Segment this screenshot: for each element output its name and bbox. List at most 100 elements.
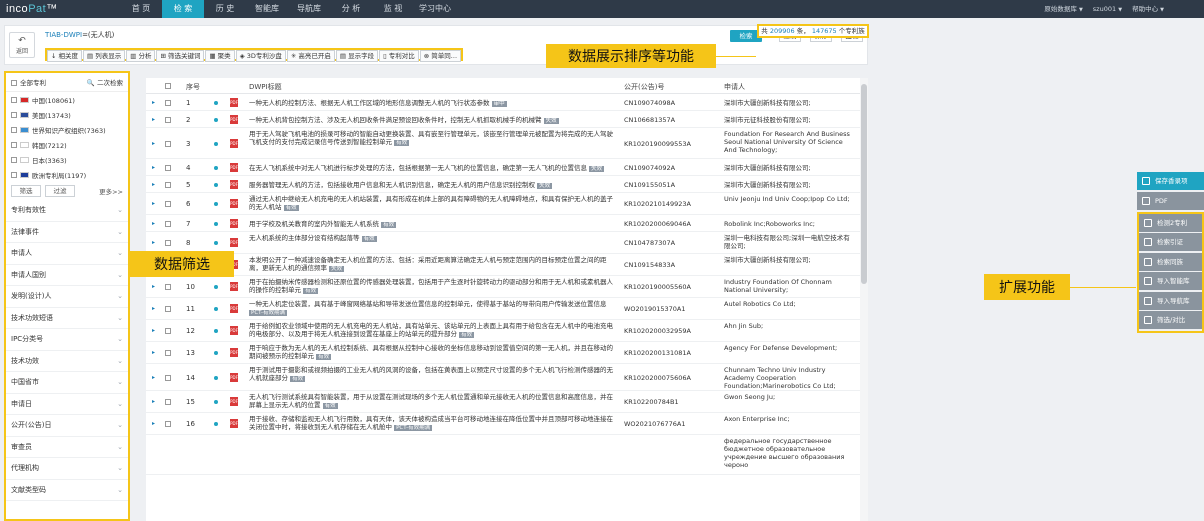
- expand-icon[interactable]: ▸: [152, 164, 155, 171]
- row-applicant[interactable]: 深圳市大疆创新科技有限公司;: [724, 256, 852, 264]
- facet-item[interactable]: 申请人 ⌄: [6, 243, 128, 265]
- row-pub-number[interactable]: WO2019015370A1: [624, 305, 685, 313]
- table-row[interactable]: ▸ 16 PDF 用于接收、存储和监视无人机飞行用数，具有天体，该天体被构造成当平台可…: [146, 413, 860, 435]
- row-checkbox[interactable]: [165, 140, 171, 147]
- expand-icon[interactable]: ▸: [152, 283, 155, 290]
- checkbox[interactable]: [11, 96, 17, 103]
- expand-icon[interactable]: ▸: [152, 398, 155, 405]
- row-title[interactable]: 用于接收、存储和监视无人机飞行用数，具有天体，该天体被构造成当平台可移动地连接在…: [249, 415, 619, 432]
- table-row[interactable]: ▸ 8 PDF 无人机系统的主体部分设有结构起落等 有效 CN104787307A 深圳一…: [146, 232, 860, 254]
- table-row[interactable]: ▸ 6 PDF 通过无人机中继给无人机充电的无人机站装置，具有形成在机体上部的具有障碍…: [146, 193, 860, 215]
- row-applicant[interactable]: Ahn Jin Sub;: [724, 322, 852, 330]
- pdf-icon[interactable]: PDF: [230, 282, 238, 291]
- table-row[interactable]: ▸ 15 PDF 无人机飞行测试系统具有智能装置，用于从设置在测试现场的多个无人机位置…: [146, 391, 860, 413]
- checkbox[interactable]: [11, 111, 17, 118]
- row-pub-number[interactable]: CN106681357A: [624, 116, 675, 124]
- database-select[interactable]: 原始数据库 ▼: [1044, 0, 1082, 19]
- row-pub-number[interactable]: KR1020200075606A: [624, 374, 691, 382]
- table-row[interactable]: ▸ 11 PDF 一种无人机定位装置，具有基于峰窗网络基站和导带发送位置信息的控制单元…: [146, 298, 860, 320]
- exclude-button[interactable]: 过滤: [45, 185, 75, 197]
- row-checkbox[interactable]: [165, 374, 171, 381]
- pdf-icon[interactable]: PDF: [230, 97, 238, 107]
- row-applicant[interactable]: Axon Enterprise Inc;: [724, 415, 852, 423]
- extension-button[interactable]: 检索同族: [1139, 252, 1202, 271]
- row-checkbox[interactable]: [165, 306, 171, 312]
- extension-button[interactable]: 导入智能库: [1139, 272, 1202, 290]
- row-title[interactable]: 一种无人机的控制方法、根据无人机工作区域的地形信息调整无人机的飞行状态参数 审中: [249, 99, 619, 108]
- expand-icon[interactable]: ▸: [152, 220, 155, 227]
- table-row[interactable]: ▸ 5 PDF 服务器管理无人机的方法，包括接收用户信息和无人机识别信息，确定无人机的…: [146, 176, 860, 193]
- extension-button[interactable]: 检测2专利: [1139, 213, 1202, 232]
- row-title[interactable]: 用于学校及机关教育的室内外智能无人机系统 有效: [249, 220, 619, 229]
- row-applicant[interactable]: Foundation For Research And Business Seo…: [724, 130, 852, 154]
- expand-icon[interactable]: ▸: [152, 140, 155, 147]
- facet-item[interactable]: 申请人国别 ⌄: [6, 265, 128, 286]
- row-pub-number[interactable]: KR102200784B1: [624, 398, 679, 406]
- row-checkbox[interactable]: [165, 220, 171, 227]
- row-pub-number[interactable]: CN109074098A: [624, 99, 675, 107]
- nav-item[interactable]: 分 析: [330, 0, 372, 18]
- facet-item[interactable]: 公开(公告)日 ⌄: [6, 415, 128, 437]
- table-row[interactable]: ▸ 1 PDF 一种无人机的控制方法、根据无人机工作区域的地形信息调整无人机的飞行状态…: [146, 94, 860, 111]
- toolbar-button[interactable]: ◈ 3D专利沙盘: [235, 50, 286, 62]
- col-title[interactable]: DWPI标题: [249, 82, 282, 92]
- row-applicant[interactable]: Robolink Inc;Roboworks Inc;: [724, 220, 852, 228]
- table-row[interactable]: ▸ 12 PDF 用于给例如农业领域中使用的无人机充电的无人机站，具有站单元、该站单元…: [146, 320, 860, 342]
- row-title[interactable]: 通过无人机中继给无人机充电的无人机站装置，具有形成在机体上部的具有障碍物的无人机…: [249, 195, 619, 212]
- pdf-icon[interactable]: PDF: [230, 218, 238, 228]
- secondary-search[interactable]: 🔍 二次检索: [87, 77, 123, 87]
- row-title[interactable]: 无人机飞行测试系统具有智能装置，用于从设置在测试现场的多个无人机位置通和单元接收…: [249, 393, 619, 410]
- row-pub-number[interactable]: KR1020200032959A: [624, 327, 691, 335]
- row-checkbox[interactable]: [165, 240, 171, 246]
- row-title[interactable]: 用于在拍摄纳米传感器检测和还原位置的传感器处理装置，包括用于产生逐时针旋转动力的…: [249, 278, 619, 295]
- expand-icon[interactable]: ▸: [152, 200, 155, 207]
- row-checkbox[interactable]: [165, 421, 171, 427]
- pdf-icon[interactable]: PDF: [230, 419, 238, 428]
- extension-button[interactable]: 筛选/对比: [1139, 311, 1202, 329]
- nav-item[interactable]: 智能库: [246, 0, 288, 18]
- col-pub[interactable]: 公开(公告)号: [624, 82, 664, 92]
- nav-item[interactable]: 监 视: [372, 0, 414, 18]
- facet-item[interactable]: 文献类型码 ⌄: [6, 480, 128, 501]
- facet-item[interactable]: IPC分类号 ⌄: [6, 329, 128, 351]
- checkbox[interactable]: [11, 171, 17, 178]
- row-title[interactable]: 服务器管理无人机的方法，包括接收用户信息和无人机识别信息，确定无人机的用户信息识…: [249, 181, 619, 190]
- country-item[interactable]: 世界知识产权组织(7363): [6, 122, 128, 137]
- pdf-icon[interactable]: PDF: [230, 179, 238, 189]
- checkbox[interactable]: [11, 126, 17, 133]
- row-pub-number[interactable]: CN109074092A: [624, 164, 675, 172]
- toolbar-button[interactable]: ⊗ 简单同...: [419, 50, 462, 62]
- facet-item[interactable]: 法律事件 ⌄: [6, 222, 128, 243]
- row-title[interactable]: 本发明公开了一种减速设备确定无人机位置的方法、包括：采用近距离算法确定无人机与预…: [249, 256, 619, 273]
- row-pub-number[interactable]: WO2021076776A1: [624, 420, 685, 428]
- expand-icon[interactable]: ▸: [152, 181, 155, 188]
- country-item[interactable]: 中国(108061): [6, 92, 128, 107]
- table-row[interactable]: ▸ 13 PDF 用于响应于数为无人机的无人机控制系统、具有根据从控制中心接收的坐标信…: [146, 342, 860, 364]
- checkbox[interactable]: [11, 141, 17, 148]
- toolbar-button[interactable]: ▤ 显示字段: [335, 50, 379, 62]
- table-row[interactable]: ▸9PDF本发明公开了一种减速设备确定无人机位置的方法、包括：采用近距离算法确定…: [146, 254, 860, 276]
- row-checkbox[interactable]: [165, 99, 171, 106]
- row-applicant[interactable]: 深圳市大疆创新科技有限公司;: [724, 181, 852, 189]
- toolbar-button[interactable]: ✳ 高亮已开启: [286, 50, 335, 62]
- row-applicant[interactable]: 深圳一电科技有限公司;深圳一电航空技术有限公司;: [724, 234, 852, 250]
- row-checkbox[interactable]: [165, 201, 171, 207]
- toolbar-button[interactable]: ▥ 分析: [126, 50, 156, 62]
- query-expression[interactable]: TIAB-DWPI=(无人机): [45, 30, 114, 40]
- row-pub-number[interactable]: CN109154833A: [624, 261, 675, 269]
- row-title[interactable]: 用于给例如农业领域中使用的无人机充电的无人机站，具有站单元、该站单元的上表面上具…: [249, 322, 619, 339]
- row-pub-number[interactable]: CN104787307A: [624, 239, 675, 247]
- expand-icon[interactable]: ▸: [152, 374, 155, 381]
- toolbar-button[interactable]: ▤ 列表显示: [83, 50, 126, 62]
- table-scrollbar[interactable]: [860, 78, 868, 521]
- row-applicant[interactable]: Autel Robotics Co Ltd;: [724, 300, 852, 308]
- country-item[interactable]: 美国(13743): [6, 107, 128, 122]
- expand-icon[interactable]: ▸: [152, 349, 155, 356]
- country-item[interactable]: 韩国(7212): [6, 137, 128, 152]
- expand-icon[interactable]: ▸: [152, 116, 155, 123]
- row-title[interactable]: 在无人飞机系统中对无人飞机进行标步处理的方法，包括根据第一无人飞机的位置信息，确…: [249, 164, 619, 173]
- pdf-button[interactable]: PDF: [1137, 191, 1204, 210]
- pdf-icon[interactable]: PDF: [230, 326, 238, 335]
- row-checkbox[interactable]: [165, 328, 171, 334]
- expand-icon[interactable]: ▸: [152, 327, 155, 334]
